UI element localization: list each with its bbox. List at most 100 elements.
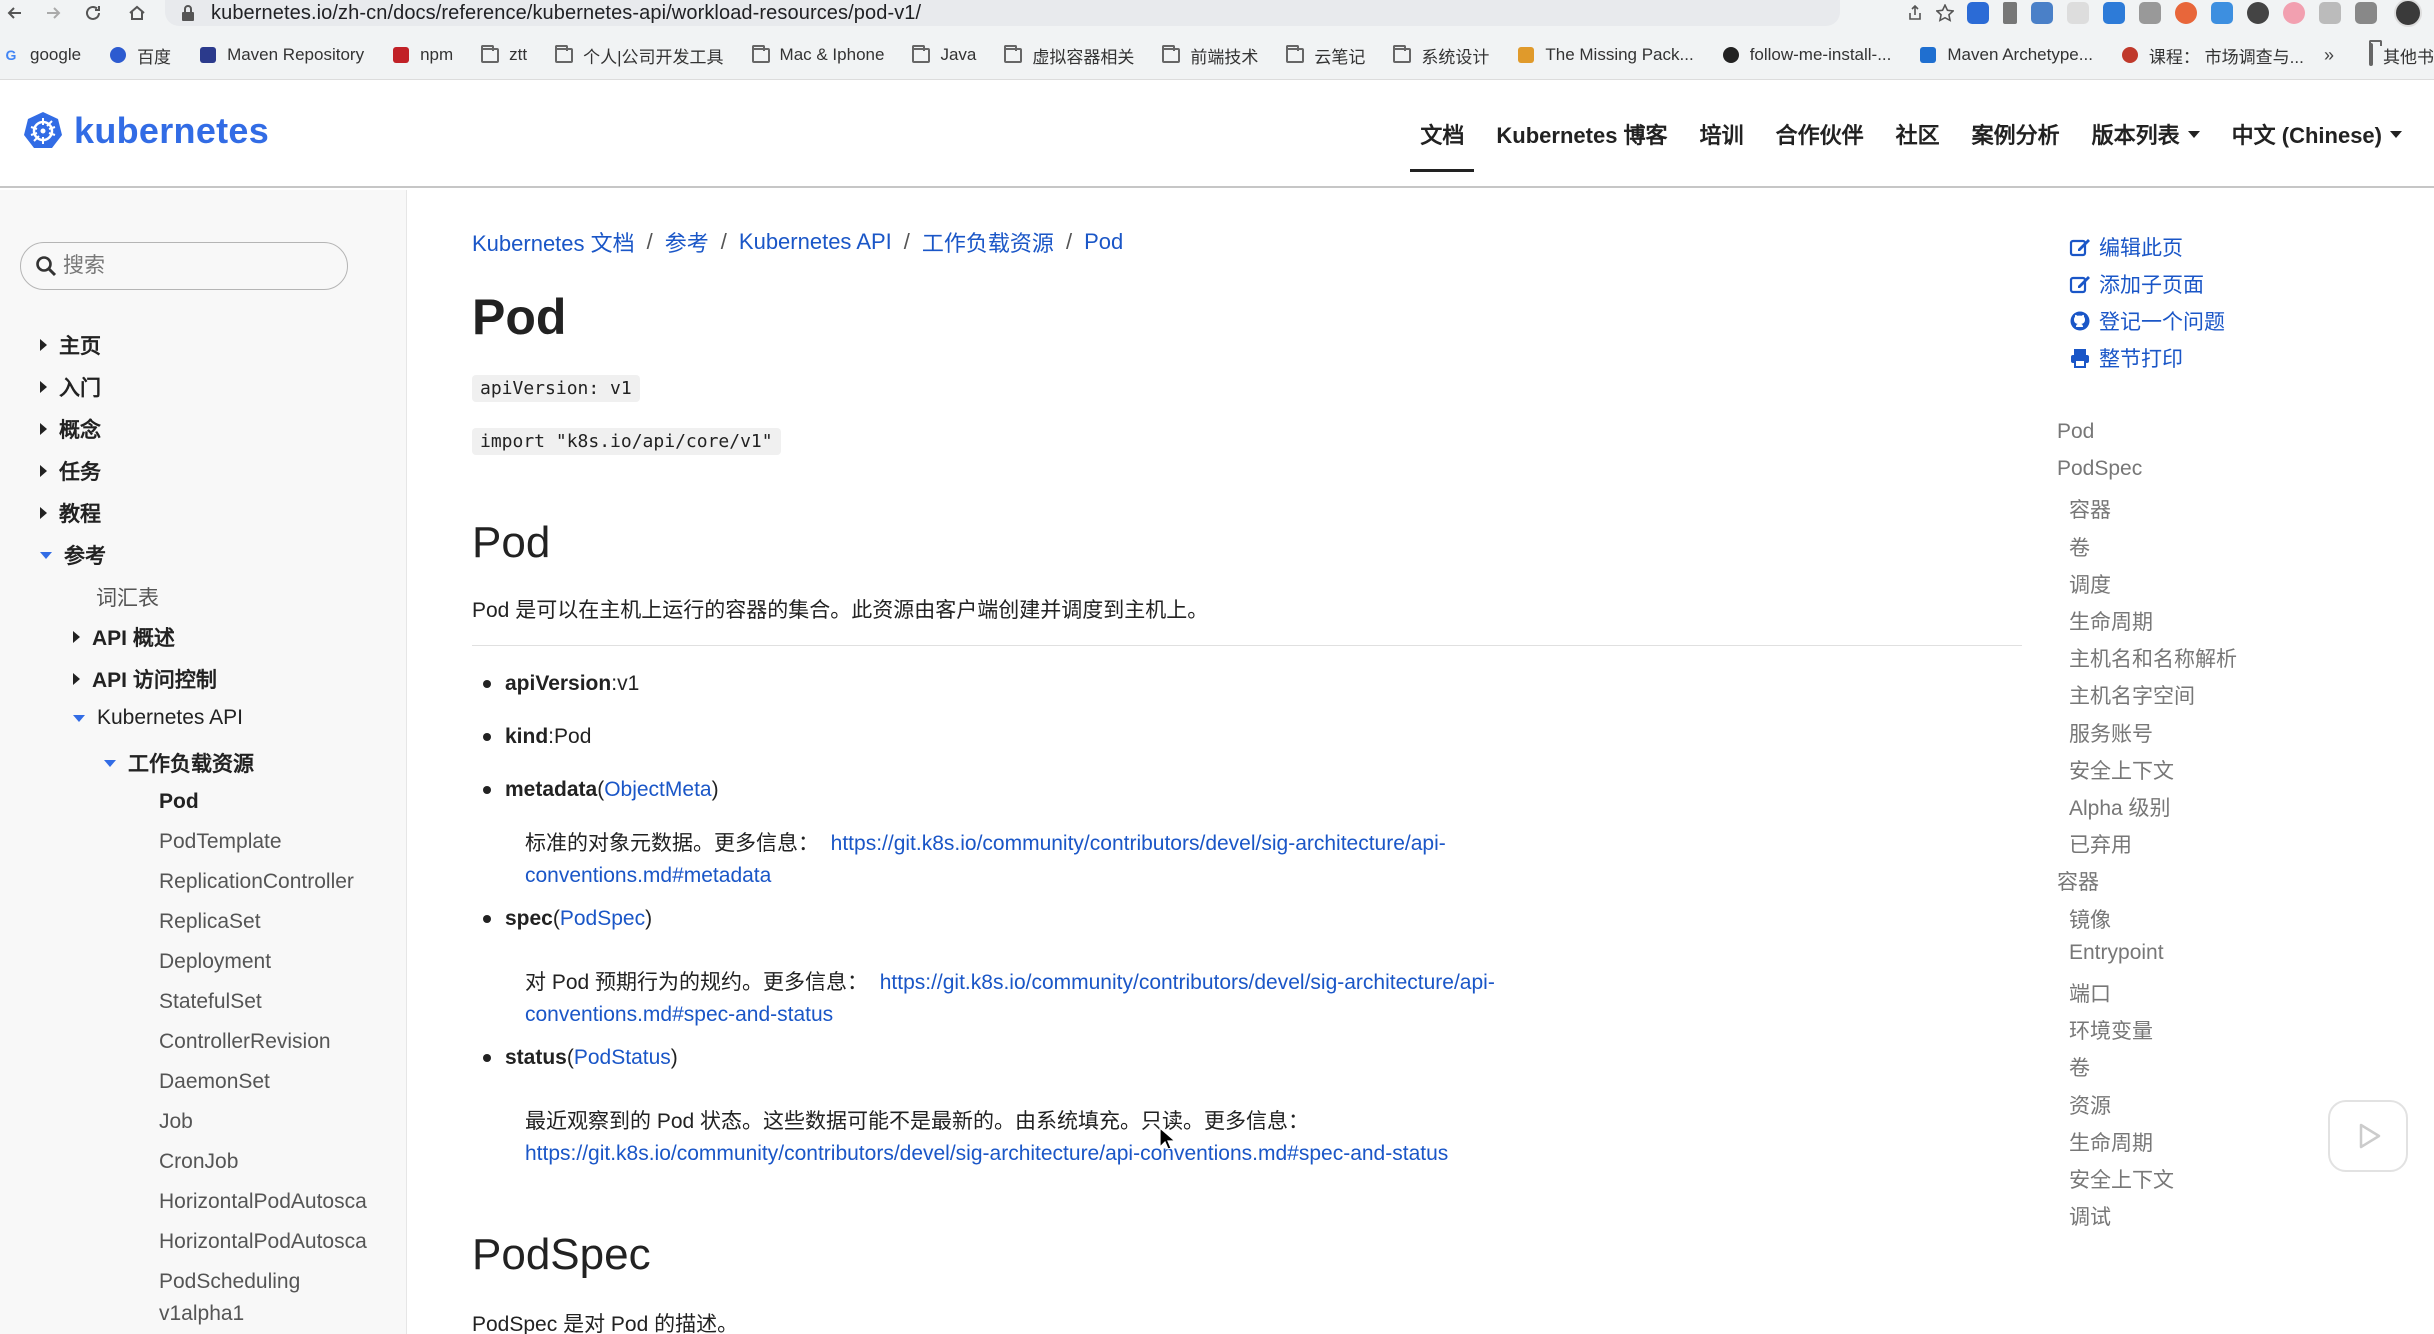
nav-item[interactable]: 版本列表 [2092, 80, 2200, 188]
toc-item[interactable]: 生命周期 [2069, 606, 2153, 636]
toc-item[interactable]: 已弃用 [2069, 829, 2132, 859]
toc-item[interactable]: 卷 [2069, 532, 2090, 562]
bookmark-item[interactable]: 前端技术 [1162, 43, 1258, 68]
sidebar-item[interactable]: 教程 [40, 498, 101, 528]
sidebar-item[interactable]: Pod [159, 790, 199, 814]
bookmark-item[interactable]: The Missing Pack... [1517, 45, 1694, 65]
sidebar-item[interactable]: HorizontalPodAutosca [159, 1230, 367, 1254]
toc-item[interactable]: 容器 [2069, 494, 2111, 524]
reload-icon[interactable] [78, 0, 108, 26]
bookmark-item[interactable]: 课程： 市场调查与... [2121, 43, 2304, 68]
metadata-doc-link-cont[interactable]: conventions.md#metadata [525, 864, 771, 887]
nav-item[interactable]: 案例分析 [1972, 80, 2060, 188]
sidebar-item[interactable]: PodScheduling [159, 1270, 300, 1294]
sidebar-item[interactable]: CronJob [159, 1150, 238, 1174]
extension-icon[interactable] [2355, 2, 2377, 24]
extension-icon[interactable] [2139, 2, 2161, 24]
toc-item[interactable]: 生命周期 [2069, 1127, 2153, 1157]
download-icon[interactable] [2003, 2, 2017, 24]
extension-icon[interactable] [2211, 2, 2233, 24]
sidebar-item[interactable]: StatefulSet [159, 990, 262, 1014]
extension-icon[interactable] [2175, 2, 2197, 24]
toc-item[interactable]: 卷 [2069, 1052, 2090, 1082]
sidebar-item[interactable]: HorizontalPodAutosca [159, 1190, 367, 1214]
nav-item[interactable]: 中文 (Chinese) [2232, 80, 2402, 188]
spec-doc-link[interactable]: https://git.k8s.io/community/contributor… [880, 971, 1495, 994]
search-box[interactable] [20, 242, 348, 290]
toc-item[interactable]: Pod [2057, 420, 2094, 444]
caret-right-icon[interactable] [73, 673, 80, 685]
sidebar-item[interactable]: PodTemplate [159, 830, 282, 854]
sidebar-item[interactable]: 工作负载资源 [104, 748, 254, 778]
bookmark-item[interactable]: 个人|公司开发工具 [555, 43, 724, 68]
caret-down-icon[interactable] [40, 551, 52, 559]
breadcrumb-item[interactable]: 工作负载资源 [922, 226, 1054, 258]
toc-item[interactable]: 环境变量 [2069, 1015, 2153, 1045]
bookmark-item[interactable]: 云笔记 [1286, 43, 1365, 68]
sidebar-item[interactable]: ReplicationController [159, 870, 354, 894]
print-section-link[interactable]: 整节打印 [2069, 343, 2183, 373]
toc-item[interactable]: 调试 [2069, 1201, 2111, 1231]
nav-item[interactable]: 文档 [1410, 80, 1475, 188]
extension-icon[interactable] [2103, 2, 2125, 24]
toc-item[interactable]: 镜像 [2069, 904, 2111, 934]
extension-icon[interactable] [2067, 2, 2089, 24]
sidebar-item[interactable]: v1alpha1 [159, 1302, 244, 1326]
search-input[interactable] [63, 254, 323, 278]
caret-right-icon[interactable] [40, 381, 47, 393]
sidebar-item[interactable]: Kubernetes API [73, 706, 243, 730]
nav-item[interactable]: Kubernetes 博客 [1496, 80, 1667, 188]
star-bookmark-icon[interactable] [1930, 0, 1960, 26]
caret-right-icon[interactable] [40, 507, 47, 519]
toc-item[interactable]: PodSpec [2057, 457, 2142, 481]
toc-item[interactable]: Alpha 级别 [2069, 792, 2171, 822]
toc-item[interactable]: 调度 [2069, 569, 2111, 599]
nav-item[interactable]: 培训 [1700, 80, 1744, 188]
share-icon[interactable] [1900, 0, 1930, 26]
sidebar-item[interactable]: Deployment [159, 950, 271, 974]
type-link-podstatus[interactable]: PodStatus [574, 1046, 671, 1070]
caret-down-icon[interactable] [104, 759, 116, 767]
extension-icon[interactable] [2031, 2, 2053, 24]
breadcrumb-item[interactable]: 参考 [665, 226, 709, 258]
add-subpage-link[interactable]: 添加子页面 [2069, 269, 2204, 299]
sidebar-item[interactable]: API 访问控制 [73, 664, 217, 694]
home-icon[interactable] [122, 0, 152, 26]
bookmark-item[interactable]: 系统设计 [1393, 43, 1489, 68]
bookmark-item[interactable]: npm [392, 45, 453, 65]
edit-page-link[interactable]: 编辑此页 [2069, 232, 2183, 262]
extension-icon[interactable] [1967, 2, 1989, 24]
address-bar[interactable]: kubernetes.io/zh-cn/docs/reference/kuber… [165, 0, 1840, 26]
extension-icon[interactable] [2283, 2, 2305, 24]
nav-item[interactable]: 合作伙伴 [1776, 80, 1864, 188]
breadcrumb-item[interactable]: Kubernetes 文档 [472, 226, 635, 258]
bookmark-item[interactable]: follow-me-install-... [1722, 45, 1891, 65]
toc-item[interactable]: 端口 [2069, 978, 2111, 1008]
caret-right-icon[interactable] [73, 631, 80, 643]
bookmark-item[interactable]: 虚拟容器相关 [1004, 43, 1134, 68]
type-link-podspec[interactable]: PodSpec [560, 907, 645, 931]
bookmark-item[interactable]: ztt [481, 44, 527, 65]
other-bookmarks[interactable]: 其他书 [2369, 38, 2434, 72]
sidebar-item[interactable]: 参考 [40, 540, 106, 570]
extension-icon[interactable] [2247, 2, 2269, 24]
toc-item[interactable]: 安全上下文 [2069, 1164, 2174, 1194]
bookmark-item[interactable]: Maven Archetype... [1919, 45, 2093, 65]
toc-item[interactable]: 主机名和名称解析 [2069, 643, 2237, 673]
caret-right-icon[interactable] [40, 339, 47, 351]
kubernetes-logo[interactable]: kubernetes [22, 110, 269, 152]
toc-item[interactable]: 容器 [2057, 866, 2099, 896]
sidebar-item[interactable]: ControllerRevision [159, 1030, 331, 1054]
type-link-objectmeta[interactable]: ObjectMeta [604, 778, 711, 802]
toc-item[interactable]: 资源 [2069, 1090, 2111, 1120]
sidebar-item[interactable]: 概念 [40, 414, 101, 444]
breadcrumb-item[interactable]: Kubernetes API [739, 229, 892, 255]
floating-video-button[interactable] [2328, 1100, 2408, 1172]
bookmark-item[interactable]: Maven Repository [199, 45, 364, 65]
sidebar-item[interactable]: DaemonSet [159, 1070, 270, 1094]
file-issue-link[interactable]: 登记一个问题 [2069, 306, 2225, 336]
toc-item[interactable]: 安全上下文 [2069, 755, 2174, 785]
sidebar-item[interactable]: 主页 [40, 330, 101, 360]
forward-arrow-icon[interactable] [38, 0, 68, 26]
caret-right-icon[interactable] [40, 423, 47, 435]
